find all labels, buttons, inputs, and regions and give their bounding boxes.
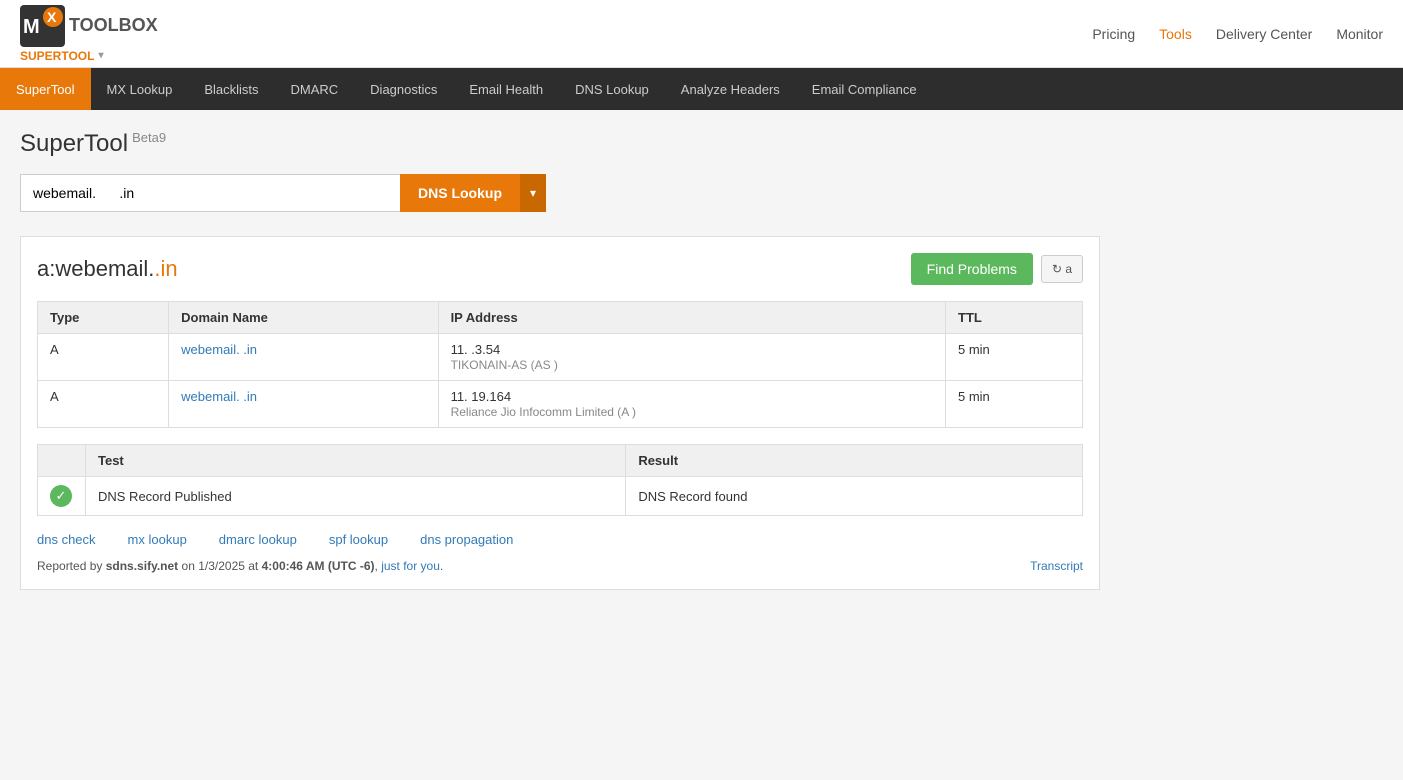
result-domain-display: a:webemail..in	[37, 256, 178, 282]
result-header: a:webemail..in Find Problems ↻ a	[37, 253, 1083, 285]
svg-text:M: M	[23, 16, 40, 38]
test-name-cell: DNS Record Published	[86, 477, 626, 516]
tab-email-health[interactable]: Email Health	[453, 68, 559, 110]
secondary-navbar: SuperTool MX Lookup Blacklists DMARC Dia…	[0, 68, 1403, 110]
mx-lookup-link[interactable]: mx lookup	[128, 532, 187, 547]
result-section: a:webemail..in Find Problems ↻ a Type Do…	[20, 236, 1100, 590]
test-results-table: Test Result ✓ DNS Record Published DNS R…	[37, 444, 1083, 516]
row1-ip: 11. .3.54 TIKONAIN-AS (AS )	[438, 334, 945, 381]
col-ip: IP Address	[438, 302, 945, 334]
find-problems-button[interactable]: Find Problems	[911, 253, 1033, 285]
pricing-link[interactable]: Pricing	[1092, 26, 1135, 42]
result-actions: Find Problems ↻ a	[911, 253, 1083, 285]
logo-area: M X TOOLBOX SUPERTOOL ▾	[20, 5, 158, 63]
dns-lookup-button[interactable]: DNS Lookup	[400, 174, 520, 212]
col-domain: Domain Name	[169, 302, 438, 334]
beta-badge: Beta9	[132, 130, 166, 145]
tab-mx-lookup[interactable]: MX Lookup	[91, 68, 189, 110]
row2-domain: webemail. .in	[169, 381, 438, 428]
reported-time: 4:00:46 AM (UTC -6)	[262, 559, 375, 573]
search-input[interactable]	[20, 174, 400, 212]
search-btn-group: DNS Lookup ▾	[400, 174, 546, 212]
supertool-caret-icon: ▾	[98, 50, 103, 61]
row1-type: A	[38, 334, 169, 381]
supertool-label[interactable]: SUPERTOOL ▾	[20, 49, 104, 63]
test-result-cell: DNS Record found	[626, 477, 1083, 516]
svg-text:X: X	[47, 9, 57, 25]
top-nav-links: Pricing Tools Delivery Center Monitor	[1092, 26, 1383, 42]
ok-status-icon: ✓	[50, 485, 72, 507]
dns-records-table: Type Domain Name IP Address TTL A webema…	[37, 301, 1083, 428]
delivery-center-link[interactable]: Delivery Center	[1216, 26, 1312, 42]
tab-dns-lookup[interactable]: DNS Lookup	[559, 68, 665, 110]
tab-analyze-headers[interactable]: Analyze Headers	[665, 68, 796, 110]
row2-type: A	[38, 381, 169, 428]
mx-logo-icon[interactable]: M X	[20, 5, 65, 47]
col-type: Type	[38, 302, 169, 334]
col-ttl: TTL	[946, 302, 1083, 334]
spf-lookup-link[interactable]: spf lookup	[329, 532, 388, 547]
footer-links: dns check mx lookup dmarc lookup spf loo…	[37, 532, 1083, 547]
row2-ttl: 5 min	[946, 381, 1083, 428]
dns-propagation-link[interactable]: dns propagation	[420, 532, 513, 547]
logo-main: M X TOOLBOX	[20, 5, 158, 47]
logo-toolbox-text: TOOLBOX	[69, 15, 158, 36]
refresh-button[interactable]: ↻ a	[1041, 255, 1083, 283]
tab-email-compliance[interactable]: Email Compliance	[796, 68, 933, 110]
supertool-text: SUPERTOOL	[20, 49, 94, 63]
test-row: ✓ DNS Record Published DNS Record found	[38, 477, 1083, 516]
dns-lookup-dropdown-button[interactable]: ▾	[520, 174, 546, 212]
dmarc-lookup-link[interactable]: dmarc lookup	[219, 532, 297, 547]
page-title: SuperToolBeta9	[20, 130, 1100, 158]
row2-ip: 11. 19.164 Reliance Jio Infocomm Limited…	[438, 381, 945, 428]
tab-dmarc[interactable]: DMARC	[275, 68, 355, 110]
just-for-you-link[interactable]: just for you	[381, 559, 440, 573]
row1-ttl: 5 min	[946, 334, 1083, 381]
result-domain: .in	[154, 256, 177, 281]
transcript-link[interactable]: Transcript	[1030, 559, 1083, 573]
dns-check-link[interactable]: dns check	[37, 532, 96, 547]
reported-by-text: Reported by sdns.sify.net on 1/3/2025 at…	[37, 559, 443, 573]
tab-supertool[interactable]: SuperTool	[0, 68, 91, 110]
col-result: Result	[626, 445, 1083, 477]
row1-domain: webemail. .in	[169, 334, 438, 381]
col-status	[38, 445, 86, 477]
test-status-cell: ✓	[38, 477, 86, 516]
table-row: A webemail. .in 11. .3.54 TIKONAIN-AS (A…	[38, 334, 1083, 381]
tab-blacklists[interactable]: Blacklists	[188, 68, 274, 110]
reported-server: sdns.sify.net	[106, 559, 178, 573]
col-test: Test	[86, 445, 626, 477]
page-content: SuperToolBeta9 DNS Lookup ▾ a:webemail..…	[0, 110, 1120, 610]
monitor-link[interactable]: Monitor	[1336, 26, 1383, 42]
search-bar: DNS Lookup ▾	[20, 174, 1100, 212]
table-row: A webemail. .in 11. 19.164 Reliance Jio …	[38, 381, 1083, 428]
tab-diagnostics[interactable]: Diagnostics	[354, 68, 453, 110]
tools-link[interactable]: Tools	[1159, 26, 1192, 42]
top-navbar: M X TOOLBOX SUPERTOOL ▾ Pricing Tools De…	[0, 0, 1403, 68]
result-prefix: a:webemail.	[37, 256, 154, 281]
reported-section: Reported by sdns.sify.net on 1/3/2025 at…	[37, 559, 1083, 573]
